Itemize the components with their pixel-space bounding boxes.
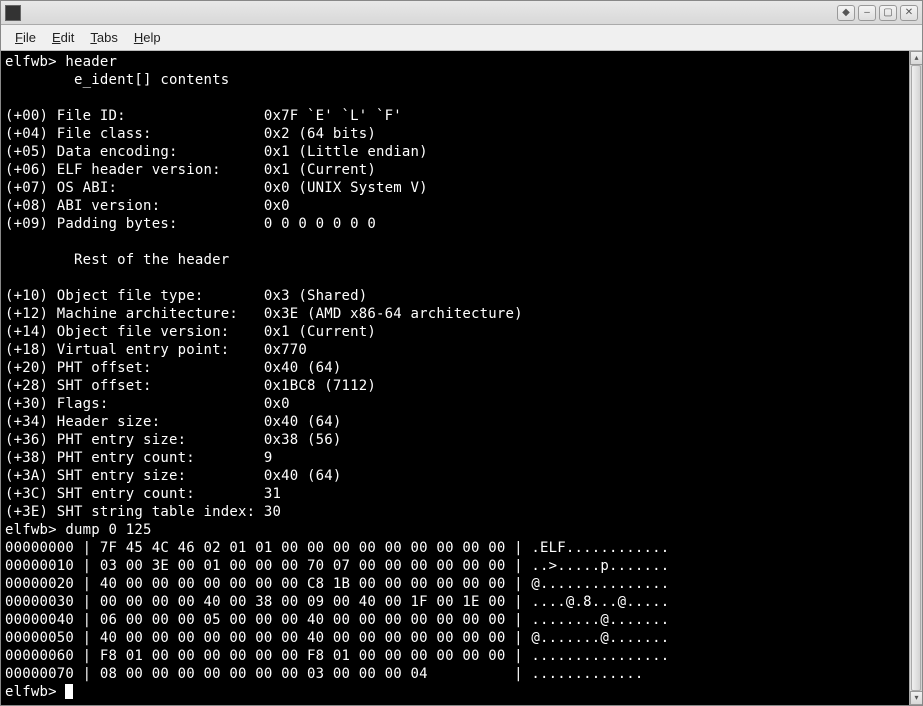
terminal-container: elfwb> header e_ident[] contents (+00) F… — [1, 51, 922, 705]
menubar: File Edit Tabs Help — [1, 25, 922, 51]
scroll-thumb[interactable] — [911, 65, 921, 691]
titlebar: ◆ – ▢ ✕ — [1, 1, 922, 25]
terminal[interactable]: elfwb> header e_ident[] contents (+00) F… — [1, 51, 922, 703]
terminal-window: ◆ – ▢ ✕ File Edit Tabs Help elfwb> heade… — [0, 0, 923, 706]
menu-edit[interactable]: Edit — [44, 27, 82, 48]
scrollbar[interactable]: ▴ ▾ — [909, 51, 922, 705]
menu-help[interactable]: Help — [126, 27, 169, 48]
scroll-down-button[interactable]: ▾ — [910, 691, 922, 705]
app-icon — [5, 5, 21, 21]
terminal-cursor — [65, 684, 73, 699]
menu-tabs[interactable]: Tabs — [82, 27, 125, 48]
close-button[interactable]: ✕ — [900, 5, 918, 21]
scroll-up-button[interactable]: ▴ — [910, 51, 922, 65]
menu-file[interactable]: File — [7, 27, 44, 48]
stick-button[interactable]: ◆ — [837, 5, 855, 21]
minimize-button[interactable]: – — [858, 5, 876, 21]
maximize-button[interactable]: ▢ — [879, 5, 897, 21]
